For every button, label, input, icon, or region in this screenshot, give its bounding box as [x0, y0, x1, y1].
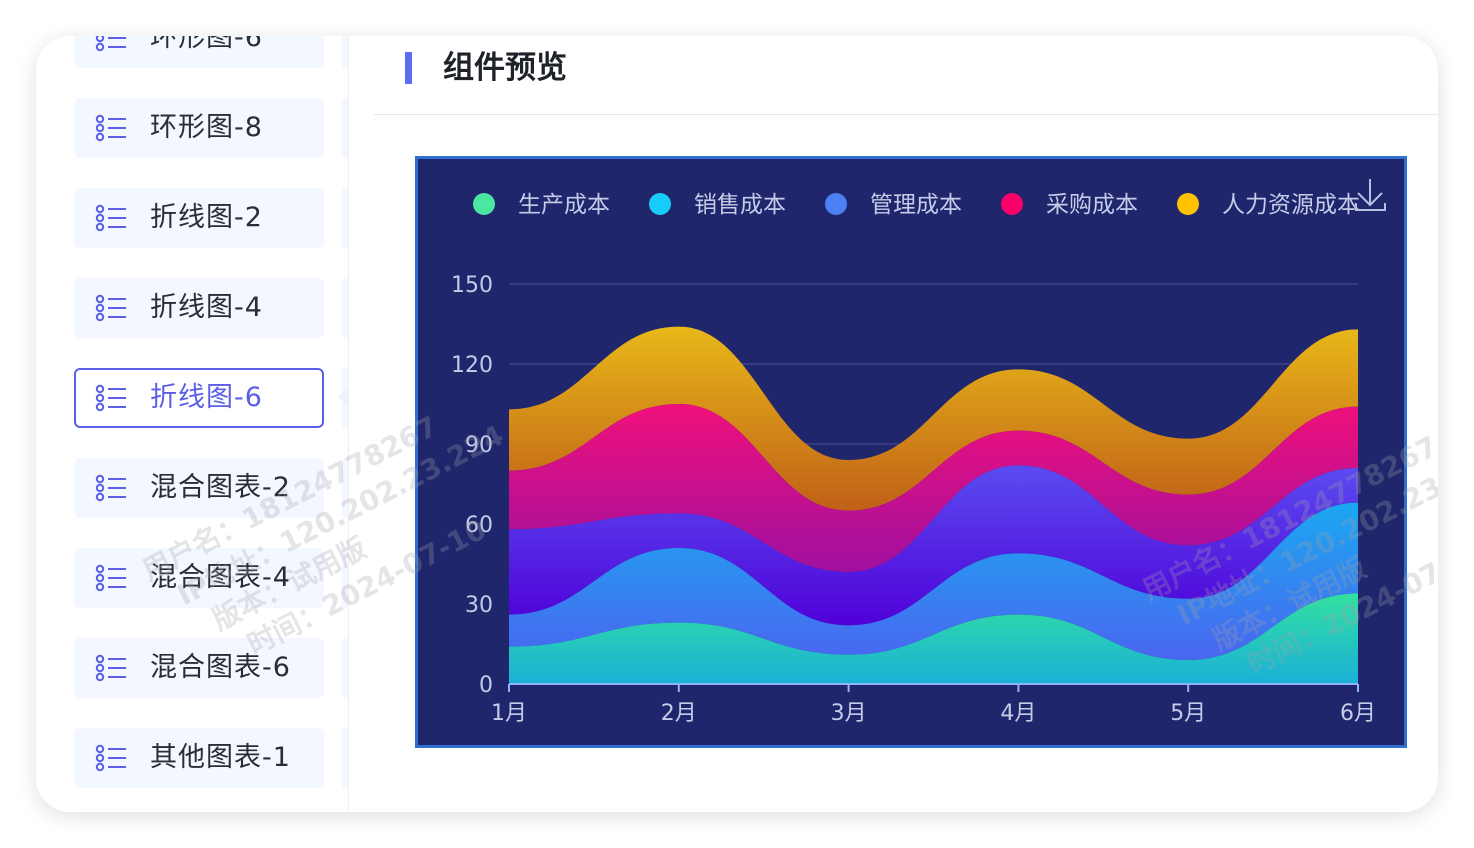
legend-item[interactable]: 采购成本 — [1001, 192, 1138, 218]
x-tick-label: 1月 — [491, 701, 527, 726]
active-item-pointer — [338, 388, 348, 406]
sidebar-next-column-edge — [342, 98, 348, 158]
sidebar-item-label: 混合图表-6 — [150, 652, 291, 683]
sidebar: 环形图-6 环形图-8 折线图-2 折线图-4 折线图-6 混合图表-2 混合图表-4 混合图… — [36, 36, 349, 812]
y-tick-label: 30 — [465, 593, 493, 618]
sidebar-next-column-edge — [342, 458, 348, 518]
sidebar-item[interactable]: 混合图表-6 — [74, 638, 324, 698]
sidebar-item[interactable]: 其他图表-1 — [74, 728, 324, 788]
list-icon — [95, 384, 126, 412]
sidebar-next-column-edge — [342, 638, 348, 698]
legend-item[interactable]: 管理成本 — [825, 192, 962, 218]
chart-preview: 0 30 60 90 120 150 1月 2月 3月 4月 5月 6月 生产成本 销售成本 管理成本 采购成… — [415, 156, 1407, 748]
legend-swatch — [473, 193, 495, 215]
legend-swatch — [649, 193, 671, 215]
sidebar-item-label: 折线图-2 — [150, 202, 263, 233]
download-icon[interactable] — [1355, 179, 1386, 211]
sidebar-item-label: 混合图表-4 — [150, 562, 291, 593]
legend-item[interactable]: 人力资源成本 — [1177, 192, 1360, 218]
page-title: 组件预览 — [443, 50, 567, 86]
sidebar-next-column-edge — [342, 728, 348, 788]
legend-label: 生产成本 — [518, 192, 610, 218]
sidebar-item-label: 其他图表-1 — [150, 742, 291, 773]
legend-swatch — [1177, 193, 1199, 215]
sidebar-item[interactable]: 折线图-4 — [74, 278, 324, 338]
list-icon — [95, 744, 126, 772]
y-tick-label: 60 — [465, 513, 493, 538]
list-icon — [95, 564, 126, 592]
sidebar-next-column-edge — [342, 36, 348, 68]
legend-label: 销售成本 — [694, 192, 786, 218]
sidebar-item[interactable]: 环形图-8 — [74, 98, 324, 158]
x-tick-label: 5月 — [1170, 701, 1206, 726]
sidebar-item[interactable]: 混合图表-2 — [74, 458, 324, 518]
y-tick-label: 90 — [465, 433, 493, 458]
x-tick-label: 3月 — [831, 701, 867, 726]
legend-label: 人力资源成本 — [1222, 192, 1360, 218]
legend-item[interactable]: 生产成本 — [473, 192, 610, 218]
x-tick-label: 6月 — [1340, 701, 1376, 726]
stacked-area-chart: 0 30 60 90 120 150 1月 2月 3月 4月 5月 6月 生产成本 销售成本 管理成本 采购成… — [451, 179, 1386, 726]
list-icon — [95, 204, 126, 232]
legend-label: 管理成本 — [870, 192, 962, 218]
sidebar-next-column-edge — [342, 548, 348, 608]
legend-swatch — [1001, 193, 1023, 215]
sidebar-item-label: 环形图-6 — [150, 36, 263, 53]
sidebar-item-label: 混合图表-2 — [150, 472, 291, 503]
legend-label: 采购成本 — [1046, 192, 1138, 218]
y-tick-label: 120 — [451, 353, 493, 378]
y-tick-label: 150 — [451, 273, 493, 298]
sidebar-next-column-edge — [342, 188, 348, 248]
y-tick-label: 0 — [479, 673, 493, 698]
list-icon — [95, 654, 126, 682]
list-icon — [95, 474, 126, 502]
sidebar-item[interactable]: 折线图-6 — [74, 368, 324, 428]
title-divider — [374, 114, 1438, 115]
legend-item[interactable]: 销售成本 — [649, 192, 786, 218]
sidebar-item[interactable]: 环形图-6 — [74, 36, 324, 68]
app-window: 环形图-6 环形图-8 折线图-2 折线图-4 折线图-6 混合图表-2 混合图表-4 混合图… — [36, 36, 1438, 812]
main-panel: 组件预览 0 30 60 90 120 150 1月 2月 3月 4月 5月 6月 生产成本 销售成本 管理… — [349, 36, 1438, 812]
x-tick-label: 2月 — [661, 701, 697, 726]
sidebar-next-column-edge — [342, 278, 348, 338]
sidebar-item[interactable]: 混合图表-4 — [74, 548, 324, 608]
sidebar-item[interactable]: 折线图-2 — [74, 188, 324, 248]
list-icon — [95, 114, 126, 142]
legend-swatch — [825, 193, 847, 215]
list-icon — [95, 294, 126, 322]
sidebar-item-label: 折线图-6 — [150, 382, 263, 413]
sidebar-item-label: 折线图-4 — [150, 292, 263, 323]
x-tick-label: 4月 — [1000, 701, 1036, 726]
section-title-marker — [405, 52, 412, 84]
list-icon — [95, 36, 126, 52]
sidebar-item-label: 环形图-8 — [150, 112, 263, 143]
